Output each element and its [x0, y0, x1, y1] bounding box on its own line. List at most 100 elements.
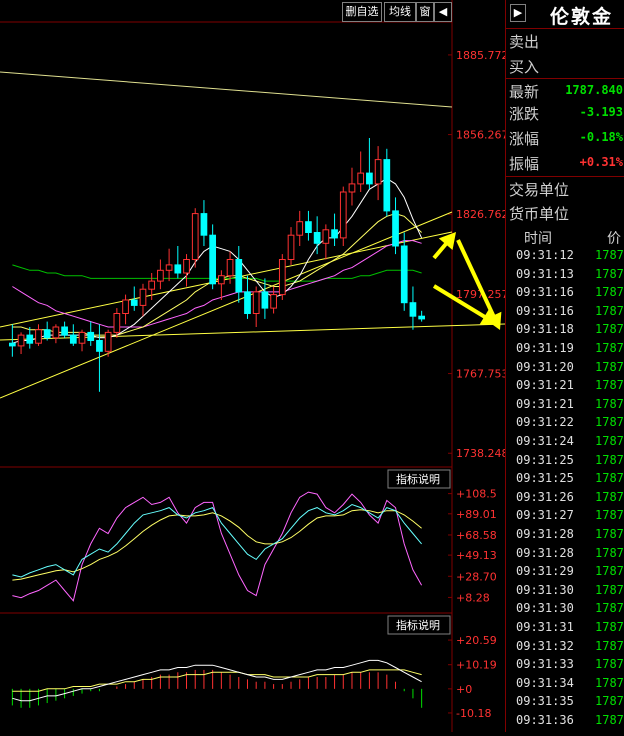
candle-body [348, 183, 356, 193]
tick-row: 09:31:28 1787. [506, 525, 624, 544]
tick-price: 1787. [595, 452, 624, 467]
y-tick-label: +20.59 [456, 634, 497, 647]
tick-row: 09:31:35 1787. [506, 692, 624, 711]
candle-body [35, 329, 42, 344]
tick-time: 09:31:33 [516, 657, 574, 672]
candle-body [278, 259, 286, 296]
tick-price: 1787. [595, 434, 624, 448]
delete-watchlist-button[interactable]: 删自选 [342, 2, 382, 22]
tick-price: 1787. [595, 303, 624, 318]
ticks-time-header: 时间 [524, 231, 552, 247]
candle-body [244, 291, 251, 314]
quote-label: 买入 [509, 58, 540, 76]
candle-body [296, 221, 304, 236]
tick-row: 09:31:29 1787. [506, 562, 624, 581]
candle-body [357, 172, 365, 185]
candle-body [305, 221, 312, 233]
tick-time: 09:31:31 [516, 620, 574, 634]
candle-body [374, 159, 382, 185]
tick-price: 1787. [595, 322, 624, 337]
tick-time: 09:31:16 [516, 303, 574, 318]
tick-row: 09:31:12 1787. [506, 246, 624, 265]
candle-body [235, 259, 243, 293]
collapse-right-icon[interactable]: ▶ [510, 4, 526, 22]
candle-body [287, 234, 295, 260]
tick-time: 09:31:21 [516, 396, 574, 411]
kdj-line-d [12, 509, 422, 581]
tick-time: 09:31:28 [516, 527, 574, 541]
tick-row: 09:31:33 1787. [506, 655, 624, 674]
y-tick-label: +8.28 [456, 591, 490, 604]
quote-panel: ▶ 伦敦金 卖出 买入 最新 1787.840 涨跌 -3.193 涨幅 -0.18% 振幅 +0… [505, 0, 624, 732]
tick-row: 09:31:30 1787. [506, 599, 624, 618]
collapse-left-icon[interactable]: ◀ [434, 2, 452, 22]
tick-price: 1787. [595, 341, 624, 355]
tick-time: 09:31:18 [516, 322, 574, 337]
tick-time: 09:31:27 [516, 508, 574, 523]
candle-body [122, 299, 129, 314]
quote-row: 卖出 [506, 29, 624, 53]
quote-label: 最新 [509, 83, 540, 101]
tick-row: 09:31:28 1787. [506, 544, 624, 563]
trend-line [0, 231, 453, 328]
tick-time: 09:31:29 [516, 564, 574, 579]
quote-label: 振幅 [509, 155, 540, 173]
candle-body [61, 326, 68, 336]
candle-body [392, 210, 399, 247]
tick-time: 09:31:28 [516, 545, 574, 560]
tick-price: 1787. [595, 471, 624, 486]
indicator-help-button: 指标说明 [396, 472, 440, 486]
tick-row: 09:31:18 1787. [506, 320, 624, 339]
moving-average-button[interactable]: 均线 [384, 2, 416, 22]
tick-time: 09:31:19 [516, 341, 574, 355]
tick-time: 09:31:25 [516, 452, 574, 467]
quote-value: +0.31% [579, 155, 623, 169]
y-tick-label: 1856.267 [456, 129, 505, 142]
tick-row: 09:31:19 1787. [506, 339, 624, 358]
candle-body [331, 229, 338, 239]
tick-row: 09:31:13 1787. [506, 265, 624, 284]
kdj-line-j [12, 491, 423, 602]
tick-time: 09:31:32 [516, 638, 574, 653]
candle-body [148, 280, 156, 290]
candle-body [69, 334, 77, 344]
y-tick-label: 1738.248 [456, 447, 505, 460]
candle-body [418, 315, 425, 320]
tick-price: 1787. [595, 266, 624, 281]
window-button[interactable]: 窗 [416, 2, 434, 22]
tick-price: 1787. [595, 396, 624, 411]
chart-area: 1885.772 1856.267 1826.762 1797.257 1767.753… [0, 0, 558, 732]
candle-body [209, 234, 217, 285]
candle-body [383, 159, 391, 212]
candle-body [366, 172, 373, 185]
tick-price: 1787. [595, 601, 624, 616]
candle-body [165, 264, 173, 271]
tick-time: 09:31:12 [516, 248, 574, 262]
ma-line-xlong [12, 264, 422, 282]
candle-body [139, 288, 147, 306]
candle-body [270, 294, 277, 309]
tick-price: 1787. [595, 489, 624, 504]
candle-body [218, 275, 225, 285]
candle-body [400, 245, 408, 304]
candle-body [52, 326, 60, 339]
y-tick-label: +28.70 [456, 570, 497, 583]
candle-body [313, 232, 321, 244]
tick-time: 09:31:36 [516, 713, 574, 727]
candle-body [17, 334, 25, 347]
candle-body [322, 229, 330, 244]
candle-body [9, 342, 16, 347]
tick-time: 09:31:21 [516, 378, 574, 393]
quote-label: 涨幅 [509, 130, 540, 148]
quote-row: 货币单位 [506, 201, 624, 225]
tick-time: 09:31:24 [516, 434, 574, 448]
candle-body [26, 334, 34, 344]
candle-body [130, 299, 138, 306]
quote-row: 振幅 +0.31% [506, 151, 624, 175]
quote-row: 交易单位 [506, 176, 624, 201]
quote-row: 涨幅 -0.18% [506, 126, 624, 150]
tick-price: 1787. [595, 508, 624, 523]
candle-body [87, 331, 95, 341]
tick-row: 09:31:22 1787. [506, 413, 624, 432]
candle-body [409, 302, 417, 317]
